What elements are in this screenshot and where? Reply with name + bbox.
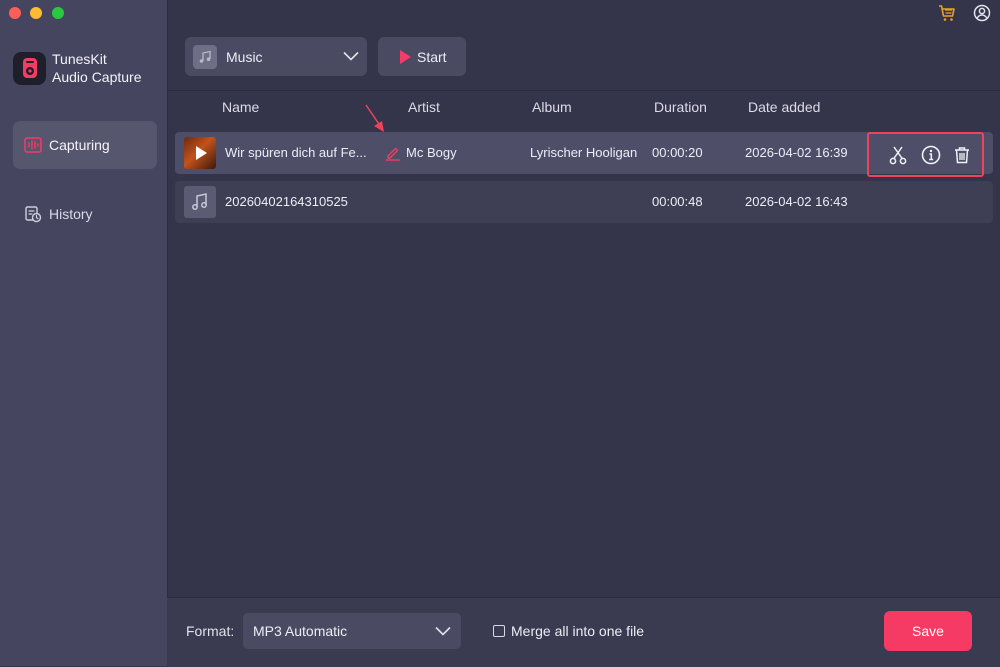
source-select-value: Music	[226, 48, 263, 65]
checkbox-icon[interactable]	[493, 625, 505, 637]
merge-checkbox[interactable]: Merge all into one file	[493, 623, 644, 639]
track-duration: 00:00:20	[652, 145, 703, 160]
capture-wave-icon	[23, 135, 43, 155]
column-header-album: Album	[532, 99, 572, 115]
minimize-window-button[interactable]	[30, 7, 42, 19]
sidebar-item-label: History	[49, 206, 93, 222]
row-actions-highlight	[867, 132, 984, 177]
start-button[interactable]: Start	[378, 37, 466, 76]
header-divider	[167, 90, 1000, 91]
scissors-icon[interactable]	[887, 144, 909, 166]
zoom-window-button[interactable]	[52, 7, 64, 19]
merge-checkbox-label: Merge all into one file	[511, 623, 645, 639]
column-header-date-added: Date added	[748, 99, 821, 115]
track-name: 20260402164310525	[225, 194, 348, 209]
track-artist: Mc Bogy	[406, 145, 457, 160]
track-name: Wir spüren dich auf Fe...	[225, 145, 367, 160]
play-icon	[196, 146, 207, 160]
track-date-added: 2026-04-02 16:43	[745, 194, 848, 209]
format-select-value: MP3 Automatic	[253, 623, 348, 639]
app-name-line1: TunesKit	[52, 51, 107, 67]
sidebar-item-label: Capturing	[49, 137, 110, 153]
sidebar-item-capturing[interactable]: Capturing	[13, 121, 157, 169]
format-select[interactable]: MP3 Automatic	[243, 613, 461, 649]
chevron-down-icon	[435, 623, 451, 639]
account-icon[interactable]	[973, 4, 991, 22]
track-duration: 00:00:48	[652, 194, 703, 209]
cart-icon[interactable]	[938, 4, 956, 22]
music-note-icon	[184, 186, 216, 218]
app-name-line2: Audio Capture	[52, 69, 142, 85]
tuneskit-logo-icon	[13, 51, 46, 85]
pointer-arrow-annotation	[364, 104, 388, 136]
sidebar-item-history[interactable]: History	[13, 190, 157, 238]
edit-pencil-icon[interactable]	[385, 145, 401, 161]
album-art-thumbnail[interactable]	[184, 137, 216, 169]
column-header-name: Name	[222, 99, 260, 115]
close-window-button[interactable]	[9, 7, 21, 19]
column-header-artist: Artist	[408, 99, 440, 115]
play-icon	[400, 49, 411, 64]
chevron-down-icon	[343, 48, 359, 66]
column-header-duration: Duration	[654, 99, 707, 115]
history-icon	[23, 204, 43, 224]
start-button-label: Start	[417, 48, 447, 65]
track-date-added: 2026-04-02 16:39	[745, 145, 848, 160]
app-brand: TunesKit Audio Capture	[13, 50, 142, 86]
info-icon[interactable]	[920, 144, 942, 166]
table-row[interactable]: 20260402164310525 00:00:48 2026-04-02 16…	[175, 181, 993, 223]
track-album: Lyrischer Hooligan	[530, 145, 638, 160]
sidebar: TunesKit Audio Capture Capturing History	[0, 0, 168, 666]
trash-icon[interactable]	[951, 144, 973, 166]
format-label: Format:	[186, 623, 235, 639]
source-select[interactable]: Music	[185, 37, 367, 76]
save-button[interactable]: Save	[884, 611, 972, 651]
music-app-icon	[193, 44, 217, 69]
